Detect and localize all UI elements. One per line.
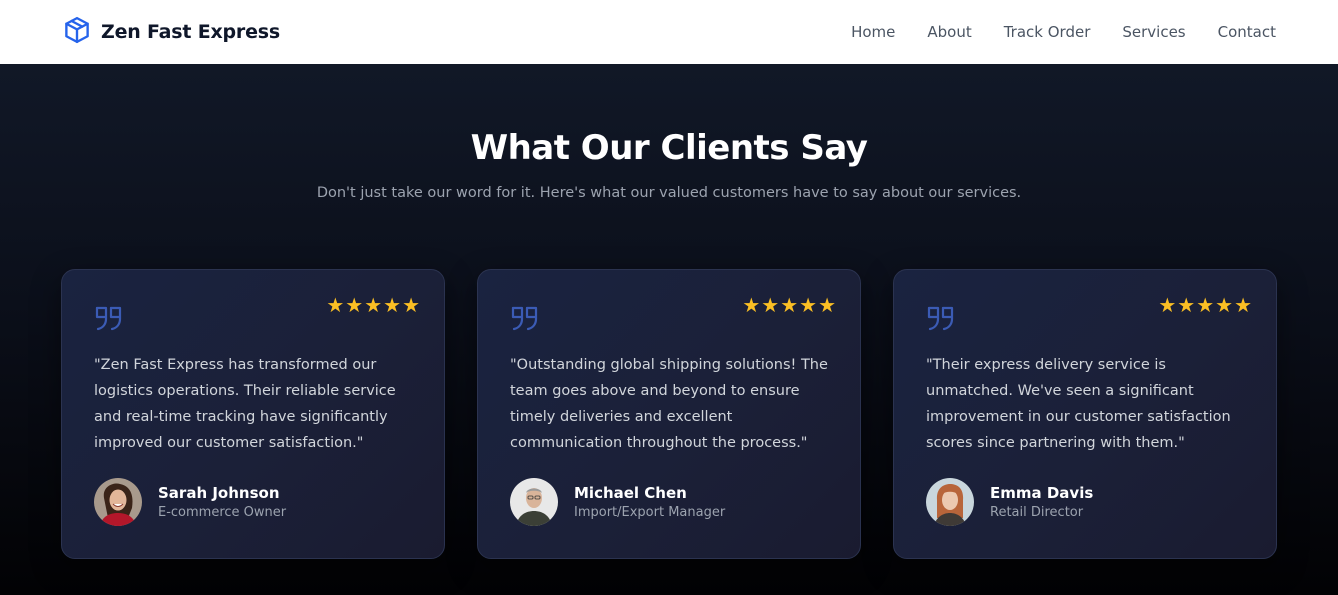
author-info: Emma Davis Retail Director: [990, 484, 1093, 520]
avatar: [94, 478, 142, 526]
nav-link-contact[interactable]: Contact: [1218, 23, 1276, 41]
brand-logo[interactable]: Zen Fast Express: [62, 15, 280, 49]
star-icon: ★: [364, 293, 383, 317]
star-icon: ★: [742, 293, 761, 317]
star-icon: ★: [1158, 293, 1177, 317]
author-role: Retail Director: [990, 505, 1084, 520]
main-nav: Home About Track Order Services Contact: [851, 23, 1276, 41]
star-icon: ★: [1177, 293, 1196, 317]
testimonial-author: Michael Chen Import/Export Manager: [510, 478, 725, 526]
star-icon: ★: [345, 293, 364, 317]
testimonial-cards: ★ ★ ★ ★ ★ "Zen Fast Express has transfor…: [61, 269, 1277, 559]
author-info: Michael Chen Import/Export Manager: [574, 484, 725, 520]
testimonial-author: Emma Davis Retail Director: [926, 478, 1093, 526]
quote-icon: [94, 304, 124, 336]
star-icon: ★: [326, 293, 345, 317]
star-icon: ★: [1196, 293, 1215, 317]
testimonial-text: "Outstanding global shipping solutions! …: [510, 357, 828, 451]
testimonial-text: "Zen Fast Express has transformed our lo…: [94, 357, 396, 451]
nav-link-home[interactable]: Home: [851, 23, 895, 41]
avatar: [510, 478, 558, 526]
star-icon: ★: [1215, 293, 1234, 317]
star-icon: ★: [799, 293, 818, 317]
nav-link-about[interactable]: About: [927, 23, 971, 41]
quote-icon: [926, 304, 956, 336]
star-rating: ★ ★ ★ ★ ★: [1158, 295, 1252, 315]
star-icon: ★: [780, 293, 799, 317]
author-info: Sarah Johnson E-commerce Owner: [158, 484, 286, 520]
testimonials-section: What Our Clients Say Don't just take our…: [0, 64, 1338, 595]
star-icon: ★: [383, 293, 402, 317]
section-subtitle: Don't just take our word for it. Here's …: [316, 185, 1022, 201]
star-rating: ★ ★ ★ ★ ★: [742, 295, 836, 315]
star-rating: ★ ★ ★ ★ ★: [326, 295, 420, 315]
testimonial-card: ★ ★ ★ ★ ★ "Their express delivery servic…: [893, 269, 1277, 559]
testimonial-card: ★ ★ ★ ★ ★ "Zen Fast Express has transfor…: [61, 269, 445, 559]
package-box-icon: [62, 15, 92, 49]
star-icon: ★: [1234, 293, 1252, 317]
nav-link-services[interactable]: Services: [1122, 23, 1185, 41]
star-icon: ★: [761, 293, 780, 317]
testimonial-text: "Their express delivery service is unmat…: [926, 357, 1231, 451]
brand-name: Zen Fast Express: [101, 21, 281, 43]
author-name: Emma Davis: [990, 484, 1094, 502]
star-icon: ★: [818, 293, 836, 317]
author-role: E-commerce Owner: [158, 505, 287, 520]
quote-icon: [510, 304, 540, 336]
testimonial-card: ★ ★ ★ ★ ★ "Outstanding global shipping s…: [477, 269, 861, 559]
author-name: Michael Chen: [574, 484, 687, 502]
nav-link-track-order[interactable]: Track Order: [1004, 23, 1091, 41]
section-title: What Our Clients Say: [470, 128, 868, 168]
star-icon: ★: [402, 293, 420, 317]
testimonial-author: Sarah Johnson E-commerce Owner: [94, 478, 286, 526]
avatar: [926, 478, 974, 526]
author-name: Sarah Johnson: [158, 484, 280, 502]
navbar: Zen Fast Express Home About Track Order …: [0, 0, 1338, 64]
author-role: Import/Export Manager: [574, 505, 726, 520]
